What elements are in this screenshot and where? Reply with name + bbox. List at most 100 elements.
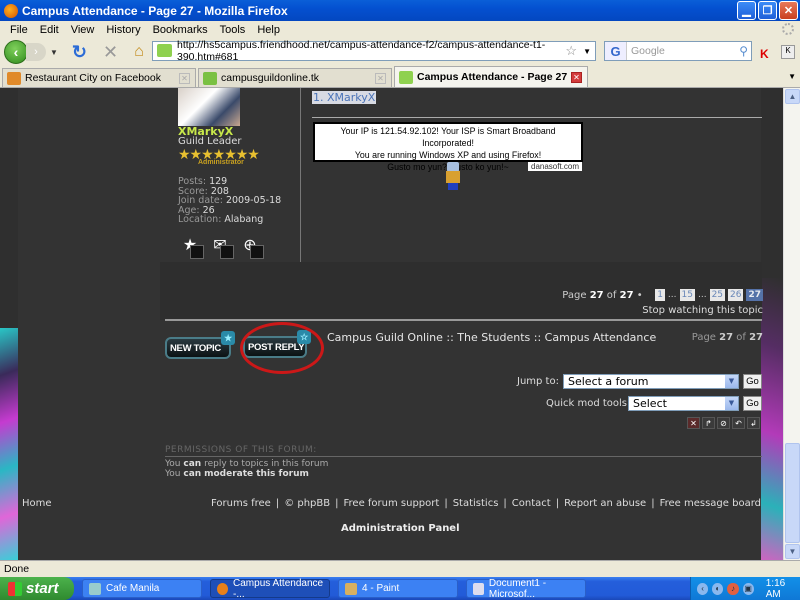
- windows-logo-icon: [8, 581, 22, 596]
- clock: 1:16 AM: [765, 577, 786, 600]
- page-link-26[interactable]: 26: [728, 289, 744, 301]
- new-topic-button[interactable]: NEW TOPIC ★: [165, 331, 235, 359]
- stop-icon[interactable]: ✕: [103, 42, 118, 63]
- profile-star-icon[interactable]: ★: [178, 233, 204, 259]
- quick-mod-go-button[interactable]: Go: [743, 396, 762, 411]
- private-message-icon[interactable]: ✉: [208, 233, 234, 259]
- merge-icon[interactable]: ↲: [747, 417, 760, 429]
- move-icon[interactable]: ↱: [702, 417, 715, 429]
- website-globe-icon[interactable]: ⊕: [238, 233, 264, 259]
- vertical-scrollbar[interactable]: ▲ ▼: [783, 88, 800, 560]
- lock-icon[interactable]: ⊘: [717, 417, 730, 429]
- tab-list-dropdown-icon[interactable]: ▼: [788, 72, 796, 81]
- decorative-background-left: [0, 328, 18, 560]
- tab-close-icon[interactable]: ✕: [571, 71, 582, 83]
- menu-history[interactable]: History: [100, 24, 146, 36]
- tray-app-icon[interactable]: ◐: [712, 582, 724, 595]
- footer-link[interactable]: Free message board: [660, 498, 761, 509]
- forward-button[interactable]: ›: [26, 43, 46, 61]
- tab-close-icon[interactable]: ✕: [179, 72, 190, 84]
- search-magnifier-icon[interactable]: ⚲: [739, 44, 751, 58]
- page-link-15[interactable]: 15: [679, 289, 695, 301]
- tab-campusguildonline[interactable]: campusguildonline.tk ✕: [198, 68, 392, 87]
- addon-k-icon[interactable]: K: [781, 45, 795, 59]
- menu-tools[interactable]: Tools: [214, 24, 252, 36]
- menu-edit[interactable]: Edit: [34, 24, 65, 36]
- decorative-background-right: [761, 278, 783, 560]
- chevron-down-icon[interactable]: ▼: [725, 397, 738, 410]
- signature-line: You are running Windows XP and using Fir…: [354, 150, 542, 160]
- avatar[interactable]: [178, 88, 240, 126]
- footer-link[interactable]: Contact: [512, 498, 551, 509]
- search-bar[interactable]: G Google ⚲: [604, 41, 752, 61]
- activity-throbber-icon: [782, 23, 794, 35]
- paint-icon: [345, 582, 357, 595]
- scroll-up-icon[interactable]: ▲: [785, 89, 800, 104]
- url-dropdown-icon[interactable]: ▼: [583, 47, 591, 56]
- bookmark-star-icon[interactable]: ☆: [565, 43, 577, 59]
- network-icon[interactable]: ▣: [742, 582, 754, 595]
- search-input[interactable]: Google: [627, 45, 739, 57]
- administration-panel-link[interactable]: Administration Panel: [341, 523, 460, 534]
- jump-to-forum-select[interactable]: Select a forum ▼: [563, 374, 739, 389]
- history-dropdown-icon[interactable]: ▼: [50, 48, 58, 57]
- scroll-down-icon[interactable]: ▼: [785, 544, 800, 559]
- stop-watching-link[interactable]: Stop watching this topic: [642, 305, 763, 316]
- tab-campus-attendance[interactable]: Campus Attendance - Page 27 ✕: [394, 66, 588, 87]
- url-text: http://hs5campus.friendhood.net/campus-a…: [177, 39, 546, 63]
- search-engine-icon[interactable]: G: [605, 42, 627, 60]
- page-link-1[interactable]: 1: [655, 289, 665, 301]
- signature-credit: danasoft.com: [528, 162, 583, 171]
- tab-label: campusguildonline.tk: [221, 72, 320, 84]
- menu-help[interactable]: Help: [251, 24, 286, 36]
- menu-view[interactable]: View: [65, 24, 101, 36]
- navigation-toolbar: ‹ › ▼ ↻ ✕ ⌂ http://hs5campus.friendhood.…: [0, 38, 800, 66]
- addon-icon[interactable]: K: [760, 47, 769, 61]
- back-button[interactable]: ‹: [4, 40, 28, 64]
- url-bar[interactable]: http://hs5campus.friendhood.net/campus-a…: [152, 39, 596, 63]
- delete-icon[interactable]: ✕: [687, 417, 700, 429]
- tab-restaurant-city[interactable]: Restaurant City on Facebook ✕: [2, 68, 196, 87]
- tab-close-icon[interactable]: ✕: [375, 72, 386, 84]
- breadcrumb[interactable]: Campus Guild Online :: The Students :: C…: [327, 331, 656, 344]
- home-icon[interactable]: ⌂: [134, 43, 144, 61]
- firefox-icon: [4, 3, 18, 18]
- reload-icon[interactable]: ↻: [72, 42, 87, 63]
- firefox-icon: [217, 582, 229, 595]
- menu-bookmarks[interactable]: Bookmarks: [147, 24, 214, 36]
- permissions-heading: PERMISSIONS OF THIS FORUM:: [165, 445, 317, 455]
- tab-favicon-icon: [203, 71, 217, 85]
- taskbar-item-paint[interactable]: 4 - Paint: [338, 579, 458, 598]
- jump-go-button[interactable]: Go: [743, 374, 762, 389]
- signature-character-icon: [444, 162, 464, 190]
- footer-link[interactable]: Report an abuse: [564, 498, 646, 509]
- chevron-down-icon[interactable]: ▼: [725, 375, 738, 388]
- role-label: Administrator: [198, 159, 244, 166]
- footer-link[interactable]: Statistics: [453, 498, 499, 509]
- permission-line: You can moderate this forum: [165, 469, 309, 479]
- quick-mod-label: Quick mod tools:: [546, 398, 631, 409]
- close-button[interactable]: ✕: [779, 1, 798, 20]
- footer-link[interactable]: © phpBB: [284, 498, 330, 509]
- post-divider: [300, 88, 301, 262]
- taskbar-item-word[interactable]: Document1 - Microsof...: [466, 578, 586, 600]
- page-link-25[interactable]: 25: [709, 289, 726, 301]
- start-button[interactable]: start: [0, 577, 74, 600]
- footer-home-link[interactable]: Home: [22, 498, 52, 509]
- signature-line: Your IP is 121.54.92.102! Your ISP is Sm…: [340, 126, 556, 148]
- footer-link[interactable]: Free forum support: [344, 498, 440, 509]
- taskbar-item-cafe-manila[interactable]: Cafe Manila: [82, 579, 202, 598]
- restore-button[interactable]: ❐: [758, 1, 777, 20]
- web-page: XMarkyX Guild Leader ★★★★★★★ Administrat…: [0, 88, 783, 560]
- taskbar-item-firefox[interactable]: Campus Attendance -...: [210, 578, 330, 600]
- split-icon[interactable]: ↶: [732, 417, 745, 429]
- menu-file[interactable]: File: [4, 24, 34, 36]
- minimize-button[interactable]: ▁: [737, 1, 756, 20]
- quick-mod-select[interactable]: Select ▼: [628, 396, 739, 411]
- volume-icon[interactable]: ♪: [727, 582, 739, 595]
- page-link-current[interactable]: 27: [746, 289, 763, 301]
- footer-link[interactable]: Forums free: [211, 498, 271, 509]
- tray-expand-icon[interactable]: ‹: [697, 582, 709, 595]
- scrollbar-thumb[interactable]: [785, 443, 800, 543]
- window-title: Campus Attendance - Page 27 - Mozilla Fi…: [22, 3, 288, 18]
